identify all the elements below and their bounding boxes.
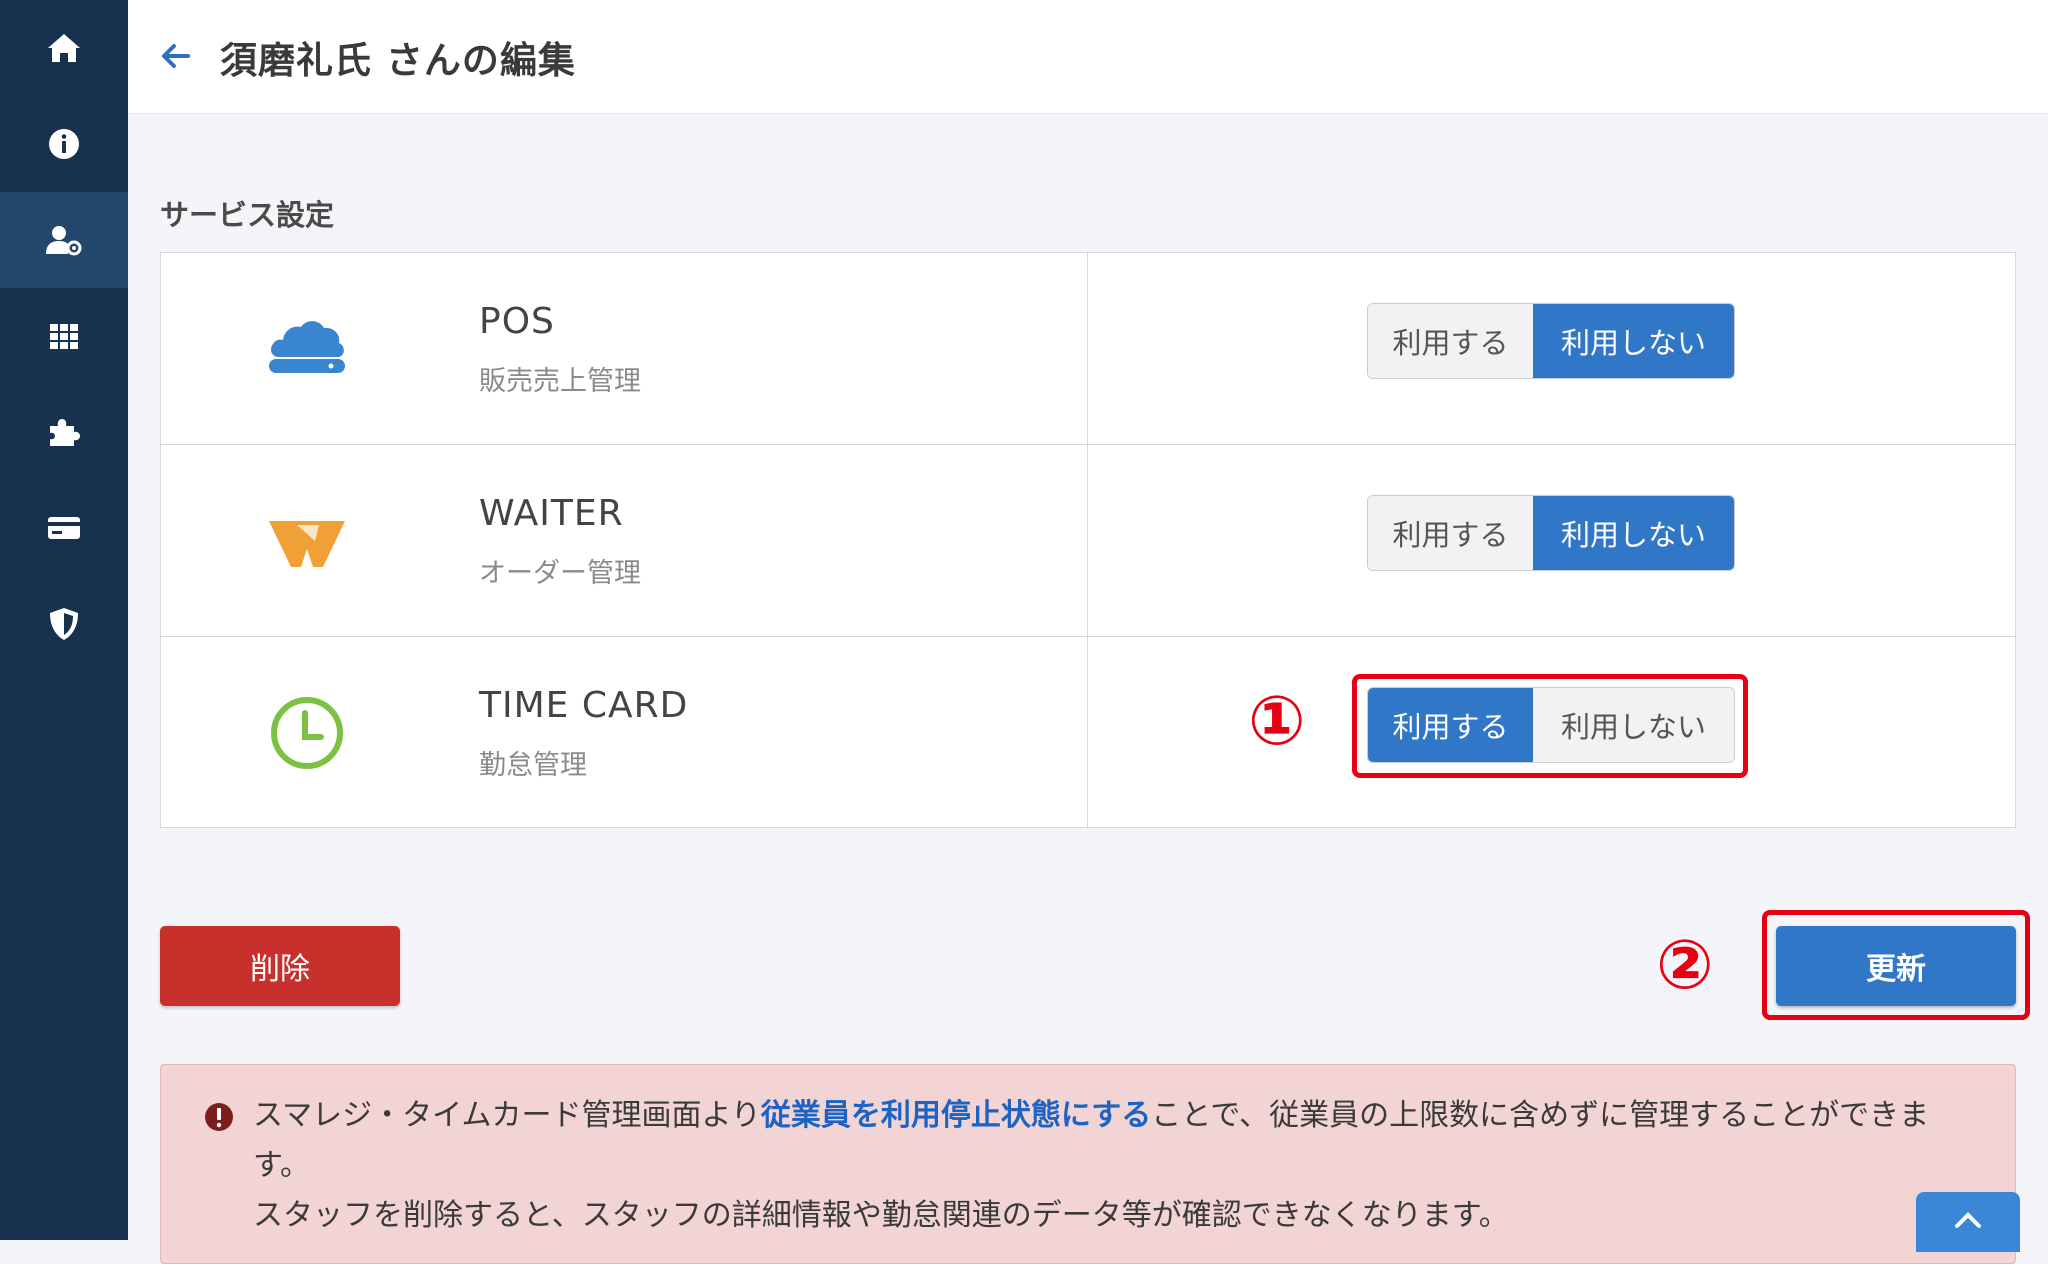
puzzle-icon xyxy=(50,419,80,446)
grid-icon xyxy=(50,324,78,349)
not-use-option[interactable]: 利用しない xyxy=(1533,304,1734,378)
service-row-waiter: WAITER オーダー管理 利用する 利用しない xyxy=(161,445,2015,637)
not-use-option[interactable]: 利用しない xyxy=(1533,496,1734,570)
clock-icon xyxy=(271,697,343,769)
scroll-to-top-button[interactable] xyxy=(1916,1192,2020,1252)
page-header: 須磨礼氏 さんの編集 xyxy=(128,0,2048,114)
alert-text-line2: スタッフを削除すると、スタッフの詳細情報や勤怠関連のデータ等が確認できなくなりま… xyxy=(253,1198,1509,1233)
section-title: サービス設定 xyxy=(160,198,335,232)
service-description: 勤怠管理 xyxy=(479,750,587,781)
annotation-marker-2: ② xyxy=(1656,926,1714,1005)
sidebar-item-billing[interactable] xyxy=(0,480,128,576)
service-description: オーダー管理 xyxy=(479,558,641,589)
service-name: TIME CARD xyxy=(479,685,689,726)
annotation-marker-1: ① xyxy=(1248,682,1306,761)
update-button[interactable]: 更新 xyxy=(1776,926,2016,1006)
back-arrow-icon[interactable] xyxy=(158,38,194,74)
info-icon xyxy=(49,129,79,159)
service-name: WAITER xyxy=(479,493,624,534)
sidebar-item-staff[interactable] xyxy=(0,192,128,288)
use-option[interactable]: 利用する xyxy=(1368,496,1534,570)
chevron-up-icon xyxy=(1955,1212,1981,1228)
pos-usage-toggle: 利用する 利用しない xyxy=(1367,303,1735,379)
service-description: 販売売上管理 xyxy=(479,366,641,397)
waiter-logo-icon xyxy=(269,521,345,567)
sidebar-item-info[interactable] xyxy=(0,96,128,192)
sidebar xyxy=(0,0,128,1240)
sidebar-item-home[interactable] xyxy=(0,0,128,96)
service-row-pos: POS 販売売上管理 利用する 利用しない xyxy=(161,253,2015,445)
alert-message: スマレジ・タイムカード管理画面より従業員を利用停止状態にすることで、従業員の上限… xyxy=(253,1091,1973,1241)
home-icon xyxy=(48,34,80,62)
use-option[interactable]: 利用する xyxy=(1368,304,1534,378)
sidebar-item-apps[interactable] xyxy=(0,288,128,384)
exclamation-icon xyxy=(205,1103,233,1131)
deactivate-staff-link[interactable]: 従業員を利用停止状態にする xyxy=(761,1098,1151,1133)
service-name: POS xyxy=(479,301,555,342)
sidebar-item-security[interactable] xyxy=(0,576,128,672)
shield-icon xyxy=(50,608,78,640)
waiter-usage-toggle: 利用する 利用しない xyxy=(1367,495,1735,571)
credit-card-icon xyxy=(48,517,80,539)
pos-cloud-icon xyxy=(269,321,345,373)
warning-alert: スマレジ・タイムカード管理画面より従業員を利用停止状態にすることで、従業員の上限… xyxy=(160,1064,2016,1264)
delete-button[interactable]: 削除 xyxy=(160,926,400,1006)
user-settings-icon xyxy=(46,226,82,256)
page-title: 須磨礼氏 さんの編集 xyxy=(220,39,576,82)
annotation-highlight-1 xyxy=(1352,674,1748,778)
sidebar-item-plugins[interactable] xyxy=(0,384,128,480)
alert-text-part1: スマレジ・タイムカード管理画面より xyxy=(253,1098,761,1133)
